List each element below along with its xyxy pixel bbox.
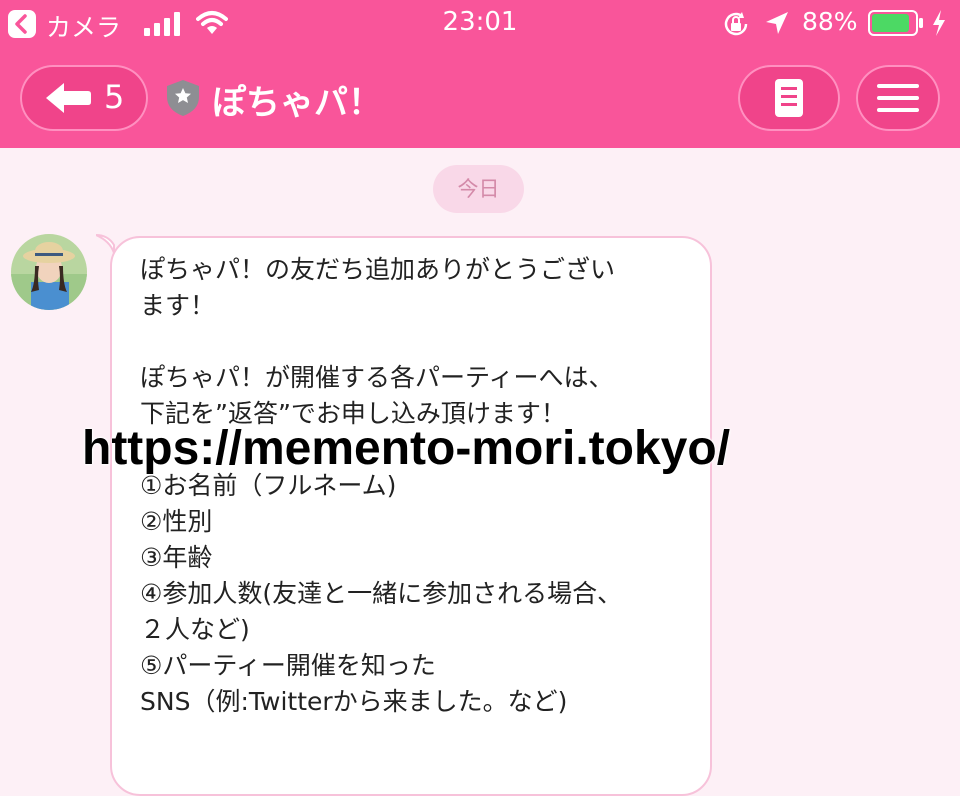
notes-button[interactable] [738, 65, 840, 131]
menu-button[interactable] [856, 65, 940, 131]
chat-title[interactable]: ぽちゃパ！ [212, 75, 382, 124]
avatar[interactable] [11, 234, 87, 310]
notes-icon [775, 79, 803, 117]
chat-header: 5 ぽちゃパ！ [0, 50, 960, 148]
back-button[interactable]: 5 [20, 65, 148, 131]
location-icon [766, 12, 788, 34]
hamburger-menu-icon [877, 84, 919, 112]
rotation-lock-icon [724, 12, 748, 36]
back-arrow-icon [46, 83, 91, 113]
charging-icon [933, 10, 945, 36]
watermark-url: https://memento-mori.tokyo/ [82, 422, 731, 475]
status-bar: カメラ 23:01 88% [0, 0, 960, 50]
bubble-tail [96, 234, 115, 253]
shield-star-icon [167, 80, 199, 116]
unread-count: 5 [104, 78, 125, 116]
message-bubble[interactable]: ぽちゃパ！の友だち追加ありがとうござい ます！ ぽちゃパ！が開催する各パーティー… [110, 236, 712, 796]
battery-percent: 88% [802, 7, 858, 36]
date-separator: 今日 [433, 165, 524, 213]
battery-icon [868, 10, 923, 36]
message-text: ぽちゃパ！の友だち追加ありがとうござい ます！ ぽちゃパ！が開催する各パーティー… [140, 255, 623, 716]
